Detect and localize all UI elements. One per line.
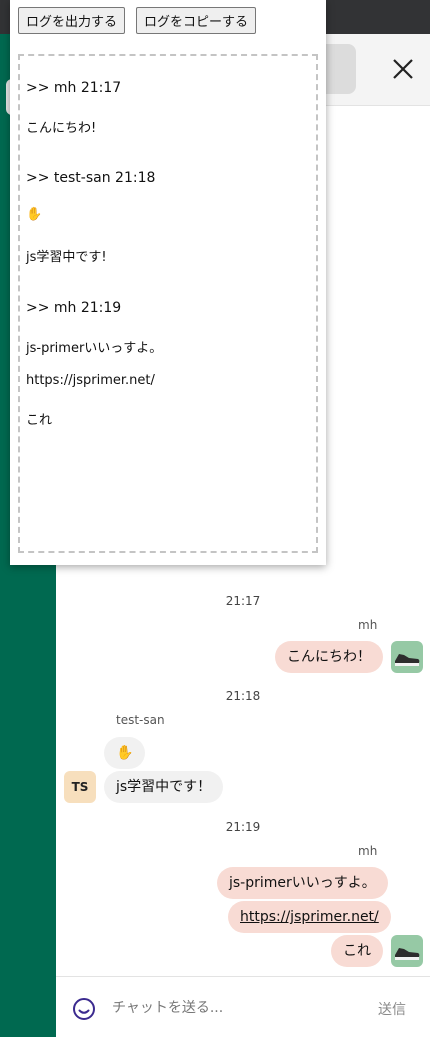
log-message: js学習中です!	[26, 250, 107, 265]
shoe-avatar-icon	[395, 654, 420, 666]
message-bubble-link[interactable]: https://jsprimer.net/	[228, 901, 391, 933]
message-bubble[interactable]: これ	[331, 935, 383, 967]
log-header: >> test-san 21:18	[26, 170, 156, 186]
send-button[interactable]: 送信	[378, 999, 406, 1019]
user-avatar[interactable]	[391, 935, 423, 967]
sender-name: test-san	[116, 713, 165, 727]
message-bubble[interactable]: こんにちわ！	[275, 641, 383, 673]
log-header: >> mh 21:17	[26, 80, 122, 96]
smiley-icon	[73, 998, 95, 1020]
log-message: これ	[26, 413, 53, 428]
sender-name: mh	[358, 618, 378, 632]
copy-log-button[interactable]: ログをコピーする	[136, 7, 257, 34]
log-output-box[interactable]: >> mh 21:17 こんにちわ! >> test-san 21:18 ✋ j…	[18, 54, 318, 553]
log-header: >> mh 21:19	[26, 300, 122, 316]
message-bubble[interactable]: js学習中です！	[104, 771, 224, 803]
shoe-avatar-icon	[395, 948, 420, 960]
chat-input-bar: 送信	[56, 976, 430, 1037]
log-message: js-primerいいっすよ。	[26, 341, 163, 356]
message-link[interactable]: https://jsprimer.net/	[240, 909, 379, 925]
time-separator: 21:19	[225, 820, 261, 834]
log-message: ✋	[26, 207, 43, 222]
user-avatar[interactable]	[391, 641, 423, 673]
chat-message-input[interactable]	[112, 995, 352, 1021]
close-button[interactable]	[389, 55, 417, 83]
time-separator: 21:17	[225, 594, 261, 608]
log-message: https://jsprimer.net/	[26, 373, 155, 388]
sender-name: mh	[358, 844, 378, 858]
message-bubble[interactable]: js-primerいいっすよ。	[217, 867, 388, 899]
log-message: こんにちわ!	[26, 121, 97, 136]
time-separator: 21:18	[225, 689, 261, 703]
user-avatar-initials[interactable]: TS	[64, 771, 96, 803]
message-bubble[interactable]: ✋	[104, 737, 146, 769]
emoji-button[interactable]	[72, 997, 96, 1021]
export-log-button[interactable]: ログを出力する	[18, 7, 126, 34]
close-icon	[393, 59, 413, 79]
log-popup: ログを出力する ログをコピーする >> mh 21:17 こんにちわ! >> t…	[10, 0, 326, 565]
